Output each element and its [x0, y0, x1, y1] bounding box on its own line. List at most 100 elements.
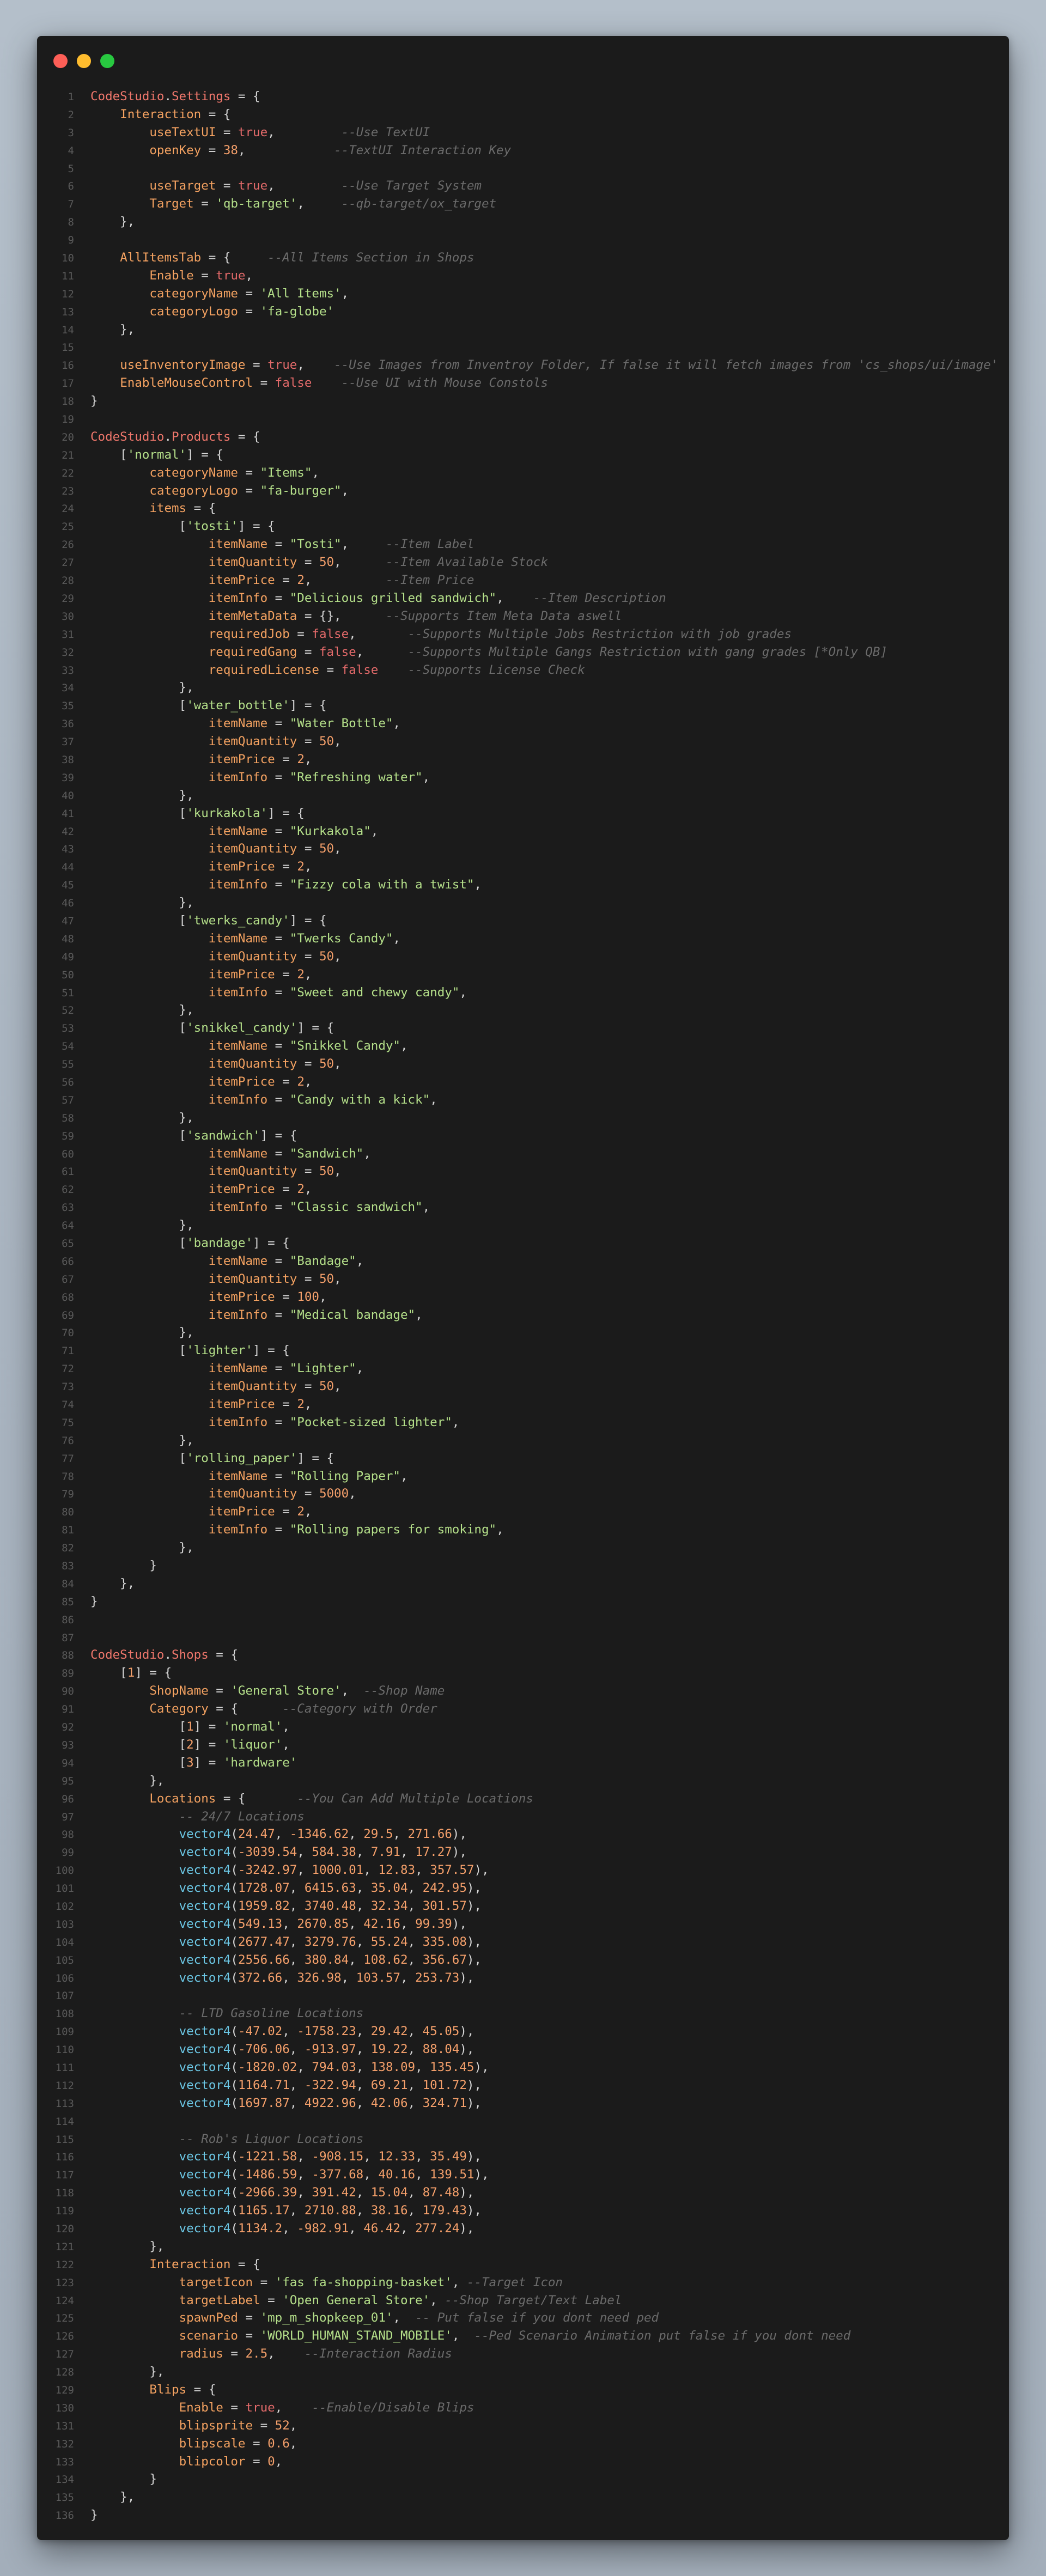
code-key: itemQuantity	[208, 1164, 297, 1179]
code-punctuation: }	[90, 1594, 98, 1609]
code-punctuation: ,	[297, 1863, 312, 1878]
code-punctuation: =	[267, 770, 290, 784]
line-number: 49	[62, 951, 74, 963]
code-number: -1346.62	[289, 1827, 349, 1842]
code-boolean: false	[319, 644, 356, 659]
code-comment: --Supports Multiple Gangs Restriction wi…	[408, 644, 888, 659]
code-number: 100	[297, 1289, 319, 1304]
code-punctuation: }	[90, 2508, 98, 2523]
code-punctuation: ),	[452, 1916, 467, 1931]
code-punctuation: },	[90, 1576, 135, 1591]
line-number: 6	[68, 180, 74, 193]
code-string: 'twerks_candy'	[186, 913, 290, 928]
code-punctuation: ,	[275, 2454, 283, 2469]
code-punctuation: =	[267, 1253, 290, 1268]
code-line: 124 targetLabel = 'Open General Store', …	[37, 2292, 1009, 2310]
code-punctuation: = {	[201, 251, 268, 265]
code-punctuation: =	[267, 985, 290, 1000]
code-number: 3279.76	[304, 1934, 356, 1949]
code-comment: --Item Price	[385, 573, 475, 588]
code-punctuation	[90, 287, 149, 301]
code-punctuation: =	[253, 376, 275, 391]
code-line: 50 itemPrice = 2,	[37, 966, 1009, 984]
code-line: 77 ['rolling_paper'] = {	[37, 1450, 1009, 1467]
code-punctuation	[90, 2167, 179, 2182]
line-number: 54	[62, 1040, 74, 1053]
line-number: 83	[62, 1560, 74, 1573]
code-line: 129 Blips = {	[37, 2381, 1009, 2399]
code-punctuation: =	[267, 1307, 290, 1322]
code-punctuation: ,	[400, 1970, 416, 1985]
code-punctuation: =	[193, 197, 216, 211]
code-punctuation: ,	[349, 1827, 364, 1842]
code-key: blipscale	[179, 2436, 246, 2451]
code-punctuation	[90, 1505, 209, 1519]
code-number: 12.83	[378, 1863, 416, 1878]
code-punctuation: (	[230, 2078, 238, 2092]
maximize-button[interactable]	[100, 54, 114, 68]
code-punctuation	[90, 573, 209, 587]
code-line: 21 ['normal'] = {	[37, 446, 1009, 464]
code-punctuation: ,	[289, 2203, 305, 2218]
code-line: 100 vector4(-3242.97, 1000.01, 12.83, 35…	[37, 1861, 1009, 1879]
line-number: 112	[55, 2079, 74, 2092]
code-string: 'normal'	[127, 447, 187, 462]
code-punctuation: ,	[304, 1074, 312, 1089]
code-line: 125 spawnPed = 'mp_m_shopkeep_01', -- Pu…	[37, 2309, 1009, 2327]
line-number: 40	[62, 789, 74, 802]
code-punctuation: ,	[415, 2167, 430, 2182]
code-number: 356.67	[422, 1952, 467, 1967]
code-number: 549.13	[238, 1916, 283, 1931]
code-string: 'normal'	[223, 1720, 283, 1734]
code-punctuation: (	[230, 2024, 238, 2039]
minimize-button[interactable]	[77, 54, 91, 68]
code-punctuation: ,	[408, 2042, 423, 2057]
code-punctuation: ,	[452, 2329, 475, 2343]
code-punctuation: ,	[363, 2167, 379, 2182]
code-key: itemInfo	[208, 590, 268, 605]
code-punctuation	[90, 2185, 179, 2200]
code-punctuation: },	[90, 1325, 194, 1340]
code-line: 48 itemName = "Twerks Candy",	[37, 930, 1009, 948]
code-punctuation	[90, 555, 209, 569]
code-key: itemInfo	[208, 985, 268, 1000]
code-punctuation: ,	[341, 1970, 356, 1985]
code-key: itemQuantity	[208, 1487, 297, 1501]
code-punctuation: ,	[408, 2078, 423, 2092]
code-comment: -- Rob's Liquor Locations	[179, 2132, 364, 2146]
code-line: 31 requiredJob = false, --Supports Multi…	[37, 625, 1009, 643]
code-line: 29 itemInfo = "Delicious grilled sandwic…	[37, 589, 1009, 607]
line-number: 58	[62, 1112, 74, 1124]
code-string: 'qb-target'	[216, 197, 297, 211]
code-comment: --Supports License Check	[408, 662, 585, 677]
line-number: 79	[62, 1488, 74, 1501]
code-punctuation: ,	[282, 2221, 297, 2236]
code-punctuation	[90, 645, 209, 659]
code-punctuation	[90, 1379, 209, 1393]
line-number: 74	[62, 1399, 74, 1411]
code-number: 69.21	[370, 2078, 408, 2092]
line-number: 36	[62, 718, 74, 730]
code-punctuation: ] = {	[238, 519, 275, 534]
code-line: 112 vector4(1164.71, -322.94, 69.21, 101…	[37, 2076, 1009, 2094]
code-key: itemName	[208, 1253, 268, 1268]
code-function: vector4	[179, 1898, 231, 1913]
close-button[interactable]	[53, 54, 68, 68]
code-line: 95 },	[37, 1772, 1009, 1790]
code-key: itemQuantity	[208, 555, 297, 570]
code-number: 277.24	[415, 2221, 460, 2236]
line-number: 118	[55, 2187, 74, 2200]
code-punctuation: ,	[297, 2060, 312, 2074]
code-editor[interactable]: 1 CodeStudio.Settings = {2 Interaction = …	[37, 88, 1009, 2524]
code-identifier: CodeStudio	[90, 429, 165, 444]
code-line: 6 useTarget = true, --Use Target System	[37, 177, 1009, 195]
code-punctuation: },	[90, 2239, 165, 2254]
code-punctuation	[90, 305, 149, 319]
code-punctuation: }	[90, 2472, 157, 2487]
code-punctuation	[90, 269, 149, 283]
code-line: 91 Category = { --Category with Order	[37, 1700, 1009, 1718]
line-number: 16	[62, 360, 74, 372]
code-punctuation	[90, 2401, 179, 2415]
code-line: 126 scenario = 'WORLD_HUMAN_STAND_MOBILE…	[37, 2327, 1009, 2345]
code-comment: --Category with Order	[282, 1702, 437, 1716]
